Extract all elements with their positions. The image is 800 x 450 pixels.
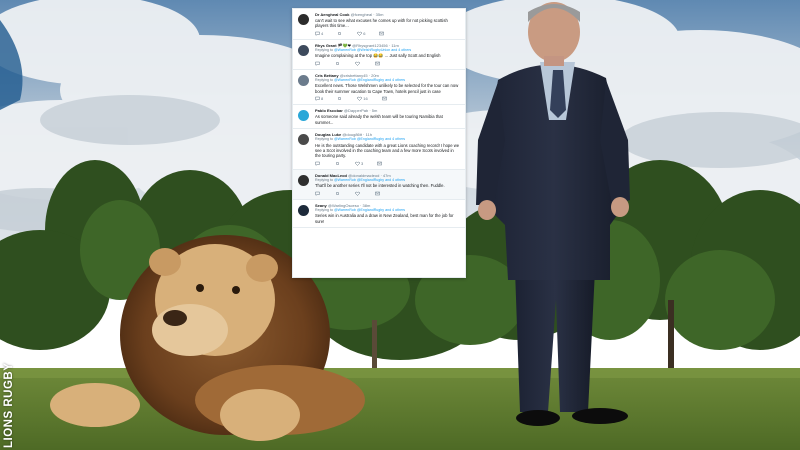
like-count: 16 [363,96,368,102]
heart-icon [357,96,363,102]
reply-icon [315,61,320,66]
avatar[interactable] [298,134,309,146]
tweet-timestamp: 35m [375,12,384,17]
tweet-author-handle: @DapperPab [343,108,369,114]
tweet-item[interactable]: Cris Bettany @crisbettany45 · 20m Replyi… [293,70,465,106]
envelope-icon [379,31,385,36]
tweet-item[interactable]: Pablo Escobar @DapperPab · 5m As someone… [293,105,465,130]
tweet-timestamp: 5m [371,108,378,114]
tweet-item[interactable]: Donald MacLeod @donaldmacleod · 47m Repl… [293,169,465,200]
avatar[interactable] [298,204,309,216]
tweet-author-name[interactable]: Pablo Escobar [315,108,343,113]
retweet-button[interactable] [335,161,341,166]
tweet-author-name[interactable]: Dr Aengheal Cook [315,12,350,17]
avatar[interactable] [298,74,309,86]
tweet-header: Dr Aengheal Cook @fcengheal · 35m [315,12,384,17]
tweet-replies-panel: Dr Aengheal Cook @fcengheal · 35m can't … [292,8,466,278]
tweet-actions [315,191,460,196]
retweet-icon [336,62,339,65]
reply-button[interactable]: 8 [315,96,324,102]
tweet-header: Pablo Escobar @DapperPab · 5m [315,108,378,114]
like-button[interactable] [355,191,361,196]
watermark-label: LIONS RUGBY [3,362,15,448]
like-button[interactable]: 3 [355,161,363,166]
heart-icon [357,31,363,36]
replying-to: Replying to @WarrenRob @EnglandRugby and… [315,178,460,183]
mention-link[interactable]: @WarrenRob @EnglandRugby and 4 others [334,208,405,212]
replying-to-label: Replying to [315,177,333,182]
share-button[interactable] [375,61,380,66]
tweet-item[interactable]: Rhys Grant 🏴💚❤ @Rhysgrant123456 · 11m Re… [293,40,465,70]
mention-link[interactable]: @WarrenRob @WelshRugbyUnion and 4 others [334,48,411,52]
envelope-icon [381,96,387,101]
avatar[interactable] [298,44,309,56]
envelope-icon [377,161,382,166]
share-button[interactable] [379,31,385,36]
reply-icon [315,96,320,102]
tweet-actions [315,61,460,66]
avatar[interactable] [298,174,309,186]
tweet-text: Imagine complaining at the top 😂😂 ... Ju… [315,53,441,59]
tweet-item[interactable]: Seany @WarlingOsceso · 38m Replying to @… [293,200,465,229]
share-button[interactable] [377,161,382,166]
mention-link[interactable]: @WarrenRob @EnglandRugby and 4 others [334,78,405,82]
avatar[interactable] [298,14,309,25]
mention-link[interactable]: @WarrenRob @EnglandRugby and 4 others [334,137,405,141]
replying-to-label: Replying to [315,137,333,142]
tweet-text: Series win in Australia and a draw in Ne… [315,213,454,224]
tweet-item[interactable]: Dr Aengheal Cook @fcengheal · 35m can't … [293,9,465,40]
tweet-actions: 4 6 [315,31,460,36]
reply-icon [315,161,320,166]
replying-to: Replying to @WarrenRob @WelshRugbyUnion … [315,48,460,53]
reply-count: 8 [321,96,324,102]
replying-to-label: Replying to [315,77,333,82]
tweet-text: can't wait to see what excuses he comes … [315,18,448,29]
tweet-author-handle: @fcengheal [350,12,373,17]
reply-button[interactable]: 4 [315,31,323,36]
reply-count: 4 [321,30,324,36]
replying-to: Replying to @WarrenRob @EnglandRugby and… [315,208,460,213]
like-button[interactable]: 16 [357,96,368,102]
reply-button[interactable] [315,61,321,66]
like-count: 3 [361,160,364,166]
heart-icon [355,161,360,166]
replying-to-label: Replying to [315,207,333,212]
tweet-actions: 8 16 [315,96,460,102]
tweet-text: He is the outstanding candidate with a g… [315,142,460,159]
reply-icon [315,191,320,196]
retweet-button[interactable] [335,61,341,66]
replying-to-label: Replying to [315,47,333,52]
avatar[interactable] [298,110,309,122]
like-button[interactable] [355,61,361,66]
reply-button[interactable] [315,161,321,166]
tweet-item[interactable]: Douglas Luke @doug86tt · 11h Replying to… [293,129,465,170]
retweet-icon [336,162,339,165]
mention-link[interactable]: @WarrenRob @EnglandRugby and 4 others [334,178,405,182]
tweet-actions: 3 [315,161,460,166]
reply-icon [315,31,320,36]
replying-to: Replying to @WarrenRob @EnglandRugby and… [315,137,460,142]
share-button[interactable] [375,191,380,196]
like-button[interactable]: 6 [357,31,365,36]
retweet-icon [336,192,339,195]
retweet-button[interactable] [335,191,341,196]
tweet-text: As someone said already the welsh team w… [315,114,443,125]
heart-icon [355,61,360,66]
reply-button[interactable] [315,191,321,196]
tweet-text: Excellent news. Those Welshmen unlikely … [315,83,459,94]
envelope-icon [375,61,380,66]
tweet-text: That'll be another series I'll not be in… [315,183,445,189]
heart-icon [355,191,360,196]
retweet-icon [338,32,342,35]
replying-to: Replying to @WarrenRob @EnglandRugby and… [315,78,460,83]
retweet-button[interactable] [337,31,343,36]
retweet-icon [338,97,342,100]
share-button[interactable] [381,96,387,101]
like-count: 6 [363,30,366,36]
envelope-icon [375,191,380,196]
retweet-button[interactable] [337,96,343,101]
